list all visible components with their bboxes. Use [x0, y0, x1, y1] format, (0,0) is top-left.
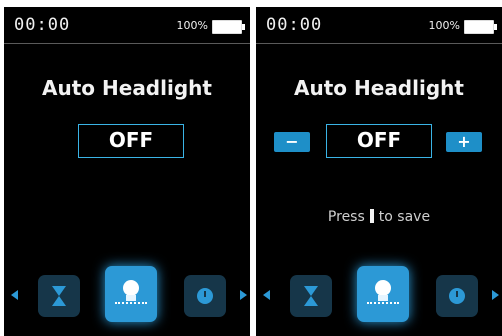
clock: 00:00: [266, 15, 323, 35]
save-hint: Press to save: [256, 209, 502, 225]
headlight-icon: [123, 280, 139, 296]
gauge-button[interactable]: [436, 275, 478, 317]
status-bar: 00:00 100%: [4, 7, 250, 40]
arrow-left-icon[interactable]: [11, 290, 18, 300]
arrow-left-icon[interactable]: [263, 290, 270, 300]
timer-button[interactable]: [38, 275, 80, 317]
page-title: Auto Headlight: [42, 76, 212, 100]
hint-text-after: to save: [378, 209, 431, 225]
headlight-button[interactable]: [357, 266, 409, 322]
clock: 00:00: [14, 15, 71, 35]
hourglass-icon: [304, 286, 318, 306]
hint-text-before: Press: [327, 209, 365, 225]
gauge-icon: [449, 288, 465, 304]
headlight-button[interactable]: [105, 266, 157, 322]
battery-icon: [212, 20, 245, 34]
screen-view: 00:00 100% Auto Headlight OFF: [4, 7, 250, 336]
battery-icon: [464, 20, 497, 34]
hourglass-icon: [52, 286, 66, 306]
light-rays: [367, 302, 399, 312]
value-display[interactable]: OFF: [326, 124, 432, 158]
increase-button[interactable]: +: [446, 132, 482, 152]
page-title: Auto Headlight: [294, 76, 464, 100]
timer-button[interactable]: [290, 275, 332, 317]
arrow-right-icon[interactable]: [492, 290, 499, 300]
arrow-right-icon[interactable]: [240, 290, 247, 300]
light-rays: [115, 302, 147, 312]
gauge-button[interactable]: [184, 275, 226, 317]
battery-level: 100%: [428, 19, 460, 32]
info-button-icon: [369, 209, 374, 223]
bulb-base: [378, 295, 388, 301]
value-display[interactable]: OFF: [78, 124, 184, 158]
status-bar: 00:00 100%: [256, 7, 502, 40]
gauge-icon: [197, 288, 213, 304]
battery-level: 100%: [176, 19, 208, 32]
headlight-icon: [375, 280, 391, 296]
bulb-base: [126, 295, 136, 301]
divider: [4, 43, 250, 44]
divider: [256, 43, 502, 44]
decrease-button[interactable]: −: [274, 132, 310, 152]
screen-edit: 00:00 100% Auto Headlight − OFF + Press t…: [256, 7, 502, 336]
